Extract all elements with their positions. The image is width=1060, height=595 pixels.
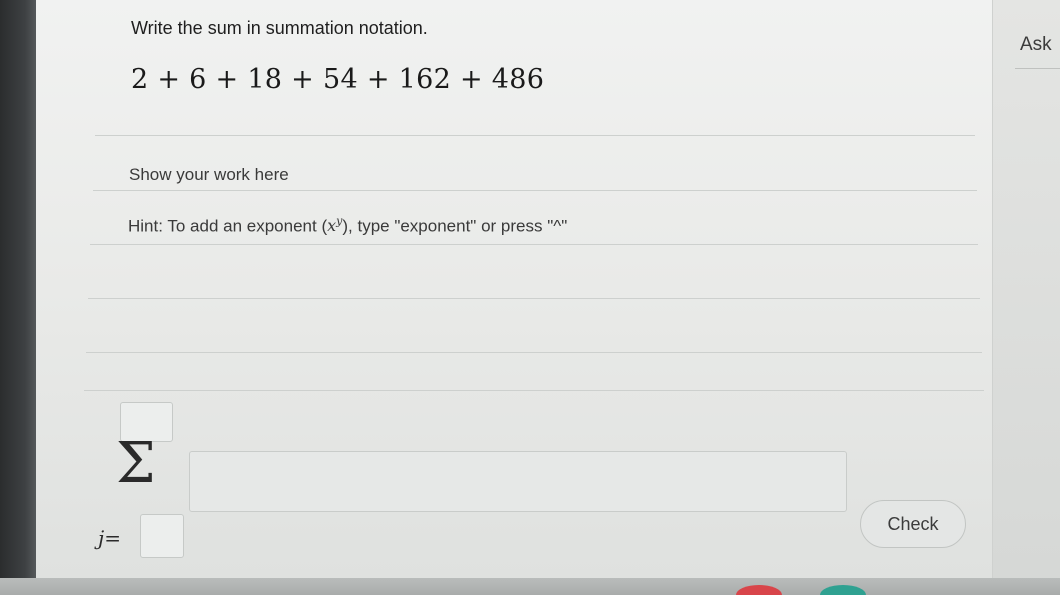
work-area-label: Show your work here bbox=[129, 165, 289, 184]
lower-limit-input[interactable] bbox=[140, 514, 184, 558]
question-instruction: Write the sum in summation notation. bbox=[131, 18, 428, 38]
hint-text-end: ), type "exponent" or press "^" bbox=[342, 216, 568, 236]
summation-term-input[interactable] bbox=[189, 451, 847, 512]
hint-text-start: Hint: To add an exponent ( bbox=[128, 216, 328, 236]
hint-math: xy bbox=[327, 215, 342, 236]
work-line bbox=[86, 352, 982, 353]
ask-link[interactable]: Ask bbox=[1020, 34, 1052, 56]
work-line bbox=[90, 244, 978, 245]
right-side-panel bbox=[992, 0, 1060, 578]
divider-line bbox=[93, 190, 977, 191]
hint-base: x bbox=[327, 216, 337, 236]
ask-divider bbox=[1015, 68, 1060, 69]
sigma-symbol: Σ bbox=[116, 431, 156, 496]
index-variable: j= bbox=[98, 526, 121, 550]
index-equals: = bbox=[104, 526, 121, 550]
left-screen-edge bbox=[0, 0, 36, 595]
check-button[interactable]: Check bbox=[860, 500, 966, 548]
bottom-bar bbox=[0, 578, 1060, 595]
divider-line bbox=[95, 135, 975, 136]
work-line bbox=[84, 390, 984, 391]
sum-expression: 2 + 6 + 18 + 54 + 162 + 486 bbox=[131, 64, 545, 95]
work-line bbox=[88, 298, 980, 299]
exponent-hint: Hint: To add an exponent (xy), type "exp… bbox=[128, 215, 567, 236]
